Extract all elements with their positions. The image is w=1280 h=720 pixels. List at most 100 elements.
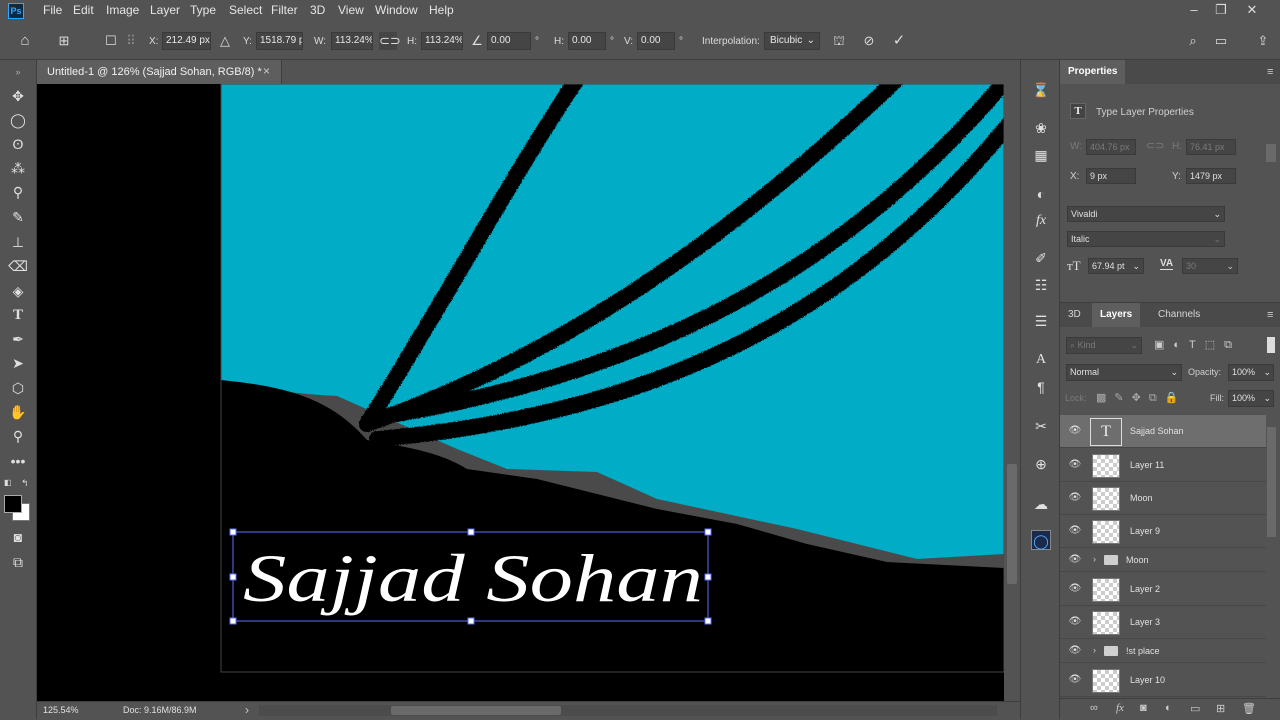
swap-colors-icon[interactable]: ↰ <box>21 478 29 489</box>
link-layers-icon[interactable]: ∞ <box>1090 702 1098 714</box>
paint-bucket-tool-icon[interactable]: ◈ <box>7 281 29 301</box>
width-percent-field[interactable]: 113.24% <box>331 32 373 50</box>
adjustments-icon[interactable]: ◐ <box>1031 184 1051 204</box>
share-icon[interactable]: ⇪ <box>1254 32 1272 50</box>
font-family-select[interactable]: Vivaldi ⌄ <box>1067 206 1225 222</box>
delete-layer-icon[interactable]: 🗑 <box>1242 702 1256 715</box>
vertical-scrollbar[interactable] <box>1004 84 1020 701</box>
layer-row[interactable]: 👁 Layer 11 <box>1060 449 1266 482</box>
layers-menu-icon[interactable]: ≡ <box>1267 309 1273 321</box>
layer-name[interactable]: !st place <box>1126 646 1160 656</box>
tracking-field[interactable]: 30 ⌄ <box>1182 258 1238 274</box>
eyedropper-tool-icon[interactable]: ⚲ <box>7 182 29 202</box>
tab-layers[interactable]: Layers <box>1092 303 1141 327</box>
foreground-color-swatch[interactable] <box>4 495 22 513</box>
interpolation-select[interactable]: Bicubic ⌄ <box>764 32 820 50</box>
menu-image[interactable]: Image <box>106 3 139 17</box>
x-position-field[interactable]: 212.49 px <box>162 32 211 50</box>
warp-mode-icon[interactable]: ⛫ <box>830 32 848 50</box>
layer-row[interactable]: 👁 Moon <box>1060 482 1266 515</box>
new-group-icon[interactable]: ▭ <box>1190 702 1200 715</box>
horizontal-scroll-thumb[interactable] <box>391 706 561 715</box>
brushes-icon[interactable]: ✐ <box>1031 248 1051 268</box>
type-layer-text[interactable]: Sajjad Sohan <box>243 540 703 616</box>
reference-point-grid-icon[interactable]: ⠿ <box>122 32 140 50</box>
close-window-icon[interactable]: ✕ <box>1238 2 1266 20</box>
minimize-icon[interactable]: – <box>1180 2 1208 20</box>
menu-help[interactable]: Help <box>429 3 454 17</box>
marquee-tool-icon[interactable]: ◯ <box>7 110 29 130</box>
more-tools-icon[interactable]: ••• <box>7 451 29 471</box>
link-icon[interactable]: ⊂⊃ <box>379 32 401 50</box>
zoom-tool-icon[interactable]: ⚲ <box>7 426 29 446</box>
layer-row[interactable]: 👁 Layer 9 <box>1060 515 1266 548</box>
layer-filter-icons[interactable]: ▣◐T⬚⧉ <box>1154 338 1241 352</box>
delta-icon[interactable]: △ <box>216 32 234 50</box>
move-tool-icon[interactable]: ✥ <box>7 86 29 106</box>
font-size-field[interactable]: 67.94 pt ⌄ <box>1088 258 1144 274</box>
filter-toggle-icon[interactable] <box>1267 337 1275 353</box>
menu-filter[interactable]: Filter <box>271 3 298 17</box>
properties-scroll-thumb[interactable] <box>1266 144 1276 162</box>
layer-name[interactable]: Layer 9 <box>1130 526 1160 536</box>
new-layer-icon[interactable]: ⊞ <box>1216 702 1225 715</box>
visibility-eye-icon[interactable]: 👁 <box>1068 645 1082 657</box>
styles-icon[interactable]: fx <box>1031 211 1051 231</box>
restore-icon[interactable]: ❐ <box>1207 2 1235 20</box>
collapse-toolbar-icon[interactable]: » <box>7 62 29 82</box>
menu-edit[interactable]: Edit <box>73 3 94 17</box>
lasso-tool-icon[interactable]: ʘ <box>7 134 29 154</box>
menu-layer[interactable]: Layer <box>150 3 180 17</box>
document-tab[interactable]: Untitled-1 @ 126% (Sajjad Sohan, RGB/8) … <box>37 60 282 84</box>
reference-checkbox[interactable]: ☐ <box>102 32 120 50</box>
character-icon[interactable]: A <box>1031 350 1051 370</box>
blend-mode-select[interactable]: Normal ⌄ <box>1066 364 1182 381</box>
reference-point-toggle-icon[interactable]: ⊞ <box>55 32 73 50</box>
layer-name[interactable]: Layer 10 <box>1130 675 1165 685</box>
fill-field[interactable]: 100% ⌄ <box>1228 390 1274 407</box>
vertical-scroll-thumb[interactable] <box>1007 464 1017 584</box>
eraser-tool-icon[interactable]: ⌫ <box>7 256 29 276</box>
pen-tool-icon[interactable]: ✒ <box>7 329 29 349</box>
vertical-skew-field[interactable]: 0.00 <box>637 32 675 50</box>
menu-type[interactable]: Type <box>190 3 216 17</box>
zoom-level[interactable]: 125.54% <box>43 705 79 715</box>
layer-filter-kind[interactable]: ⌕ Kind ⌄ <box>1066 337 1142 354</box>
layer-group-row[interactable]: 👁 › !st place <box>1060 639 1266 663</box>
layer-name[interactable]: Layer 11 <box>1130 460 1164 470</box>
paragraph-icon[interactable]: ¶ <box>1031 377 1051 397</box>
swatches-icon[interactable]: ▦ <box>1031 145 1051 165</box>
properties-icon[interactable]: ☷ <box>1031 275 1051 295</box>
visibility-eye-icon[interactable]: 👁 <box>1068 674 1082 686</box>
layer-name[interactable]: Moon <box>1130 493 1153 503</box>
menu-select[interactable]: Select <box>229 3 262 17</box>
path-select-tool-icon[interactable]: ➤ <box>7 353 29 373</box>
tab-properties[interactable]: Properties <box>1060 60 1126 84</box>
history-icon[interactable]: ⌛ <box>1031 80 1051 100</box>
prop-x-field[interactable]: 9 px <box>1086 168 1136 184</box>
visibility-eye-icon[interactable]: 👁 <box>1068 525 1082 537</box>
canvas-area[interactable]: Sajjad Sohan <box>37 84 1004 701</box>
layer-mask-icon[interactable]: ◙ <box>1140 702 1147 714</box>
cloud-icon[interactable]: ☁ <box>1031 494 1051 514</box>
expand-arrow-icon[interactable]: › <box>1093 554 1096 564</box>
panel-menu-icon[interactable]: ≡ <box>1267 66 1273 78</box>
font-style-select[interactable]: Italic ⌄ <box>1067 231 1225 247</box>
visibility-eye-icon[interactable]: 👁 <box>1068 459 1082 471</box>
layers-scroll-thumb[interactable] <box>1267 427 1276 537</box>
menu-view[interactable]: View <box>338 3 364 17</box>
layer-style-icon[interactable]: fx <box>1116 702 1124 714</box>
layer-row[interactable]: 👁 Layer 3 <box>1060 606 1266 639</box>
tab-channels[interactable]: Channels <box>1150 303 1208 327</box>
visibility-eye-icon[interactable]: 👁 <box>1068 583 1082 595</box>
layer-row[interactable]: 👁 T Sajjad Sohan <box>1060 415 1266 448</box>
menu-file[interactable]: File <box>43 3 62 17</box>
brush-settings-icon[interactable]: ❀ <box>1031 118 1051 138</box>
layer-group-row[interactable]: 👁 › Moon <box>1060 548 1266 572</box>
horizontal-scrollbar[interactable] <box>259 705 997 716</box>
brush-tool-icon[interactable]: ✎ <box>7 207 29 227</box>
layer-name[interactable]: Sajjad Sohan <box>1130 426 1184 436</box>
cancel-transform-icon[interactable]: ⊘ <box>860 32 878 50</box>
quick-select-tool-icon[interactable]: ⁂ <box>7 158 29 178</box>
search-icon[interactable]: ⌕ <box>1184 32 1202 50</box>
